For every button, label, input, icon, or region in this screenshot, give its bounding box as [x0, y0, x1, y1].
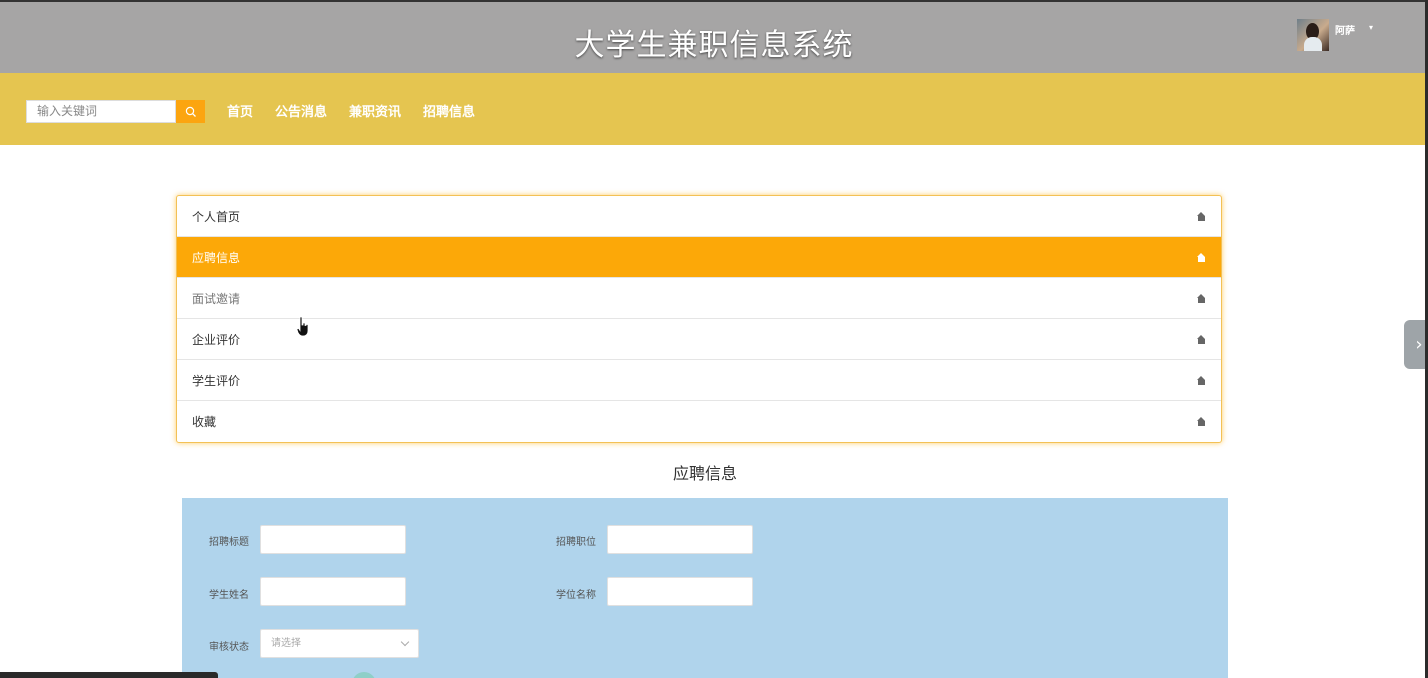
status-url	[0, 672, 218, 678]
menu-item-label: 个人首页	[192, 209, 241, 224]
home-icon	[1197, 375, 1206, 385]
nav-link-announcements[interactable]: 公告消息	[275, 101, 327, 120]
student-name-label: 学生姓名	[209, 590, 249, 601]
degree-name-label: 学位名称	[556, 590, 596, 601]
search-button[interactable]	[176, 100, 205, 123]
menu-item-personal-home[interactable]: 个人首页	[177, 196, 1221, 237]
filter-panel: 招聘标题 招聘职位 学生姓名 学位名称 审核状态 请选择	[182, 498, 1228, 678]
avatar[interactable]	[1297, 19, 1329, 51]
system-title: 大学生兼职信息系统	[574, 28, 854, 63]
home-icon	[1197, 417, 1206, 426]
review-status-select[interactable]: 请选择	[260, 629, 419, 658]
recruit-position-label: 招聘职位	[556, 537, 596, 548]
home-icon	[1197, 211, 1206, 221]
nav-links: 首页 公告消息 兼职资讯 招聘信息	[227, 101, 475, 120]
personal-center-menu: 个人首页 应聘信息 面试邀请 企业评价 学生评价 收藏	[176, 195, 1222, 443]
nav-link-home[interactable]: 首页	[227, 101, 253, 120]
menu-item-label: 应聘信息	[192, 250, 241, 265]
page-title: 应聘信息	[672, 464, 737, 483]
recruit-title-input[interactable]	[260, 525, 406, 554]
chevron-down-icon	[400, 637, 410, 647]
top-header: 大学生兼职信息系统 阿萨 ▾	[0, 0, 1428, 73]
menu-item-label: 学生评价	[192, 373, 241, 388]
menu-item-label: 面试邀请	[192, 291, 241, 306]
nav-bar: 输入关键词 首页 公告消息 兼职资讯 招聘信息	[0, 73, 1428, 145]
menu-item-company-reviews[interactable]: 企业评价	[177, 319, 1221, 360]
chevron-right-icon: ›	[1415, 334, 1423, 355]
home-icon	[1197, 293, 1206, 303]
search-icon	[185, 106, 196, 117]
review-status-placeholder: 请选择	[271, 638, 301, 649]
app-window: 大学生兼职信息系统 阿萨 ▾ 输入关键词 首页 公告消息 兼职资讯 招聘信息 个…	[0, 0, 1428, 678]
student-name-input[interactable]	[260, 577, 406, 606]
menu-item-favorites[interactable]: 收藏	[177, 401, 1221, 442]
search-input[interactable]: 输入关键词	[26, 100, 176, 123]
user-name[interactable]: 阿萨	[1335, 22, 1355, 37]
hand-cursor-icon	[296, 316, 309, 337]
menu-item-label: 企业评价	[192, 332, 241, 347]
menu-item-interview-invites[interactable]: 面试邀请	[177, 278, 1221, 319]
user-menu[interactable]: 阿萨 ▾	[1297, 19, 1373, 51]
chevron-down-icon[interactable]: ▾	[1369, 23, 1373, 32]
menu-item-applications[interactable]: 应聘信息	[177, 237, 1221, 278]
degree-name-input[interactable]	[607, 577, 753, 606]
menu-item-student-reviews[interactable]: 学生评价	[177, 360, 1221, 401]
home-icon	[1197, 252, 1206, 262]
home-icon	[1197, 334, 1206, 344]
review-status-label: 审核状态	[209, 642, 249, 653]
menu-item-label: 收藏	[192, 415, 217, 429]
nav-link-recruitment[interactable]: 招聘信息	[423, 101, 475, 120]
nav-link-parttime-news[interactable]: 兼职资讯	[349, 101, 401, 120]
recruit-title-label: 招聘标题	[209, 537, 249, 548]
recruit-position-input[interactable]	[607, 525, 753, 554]
